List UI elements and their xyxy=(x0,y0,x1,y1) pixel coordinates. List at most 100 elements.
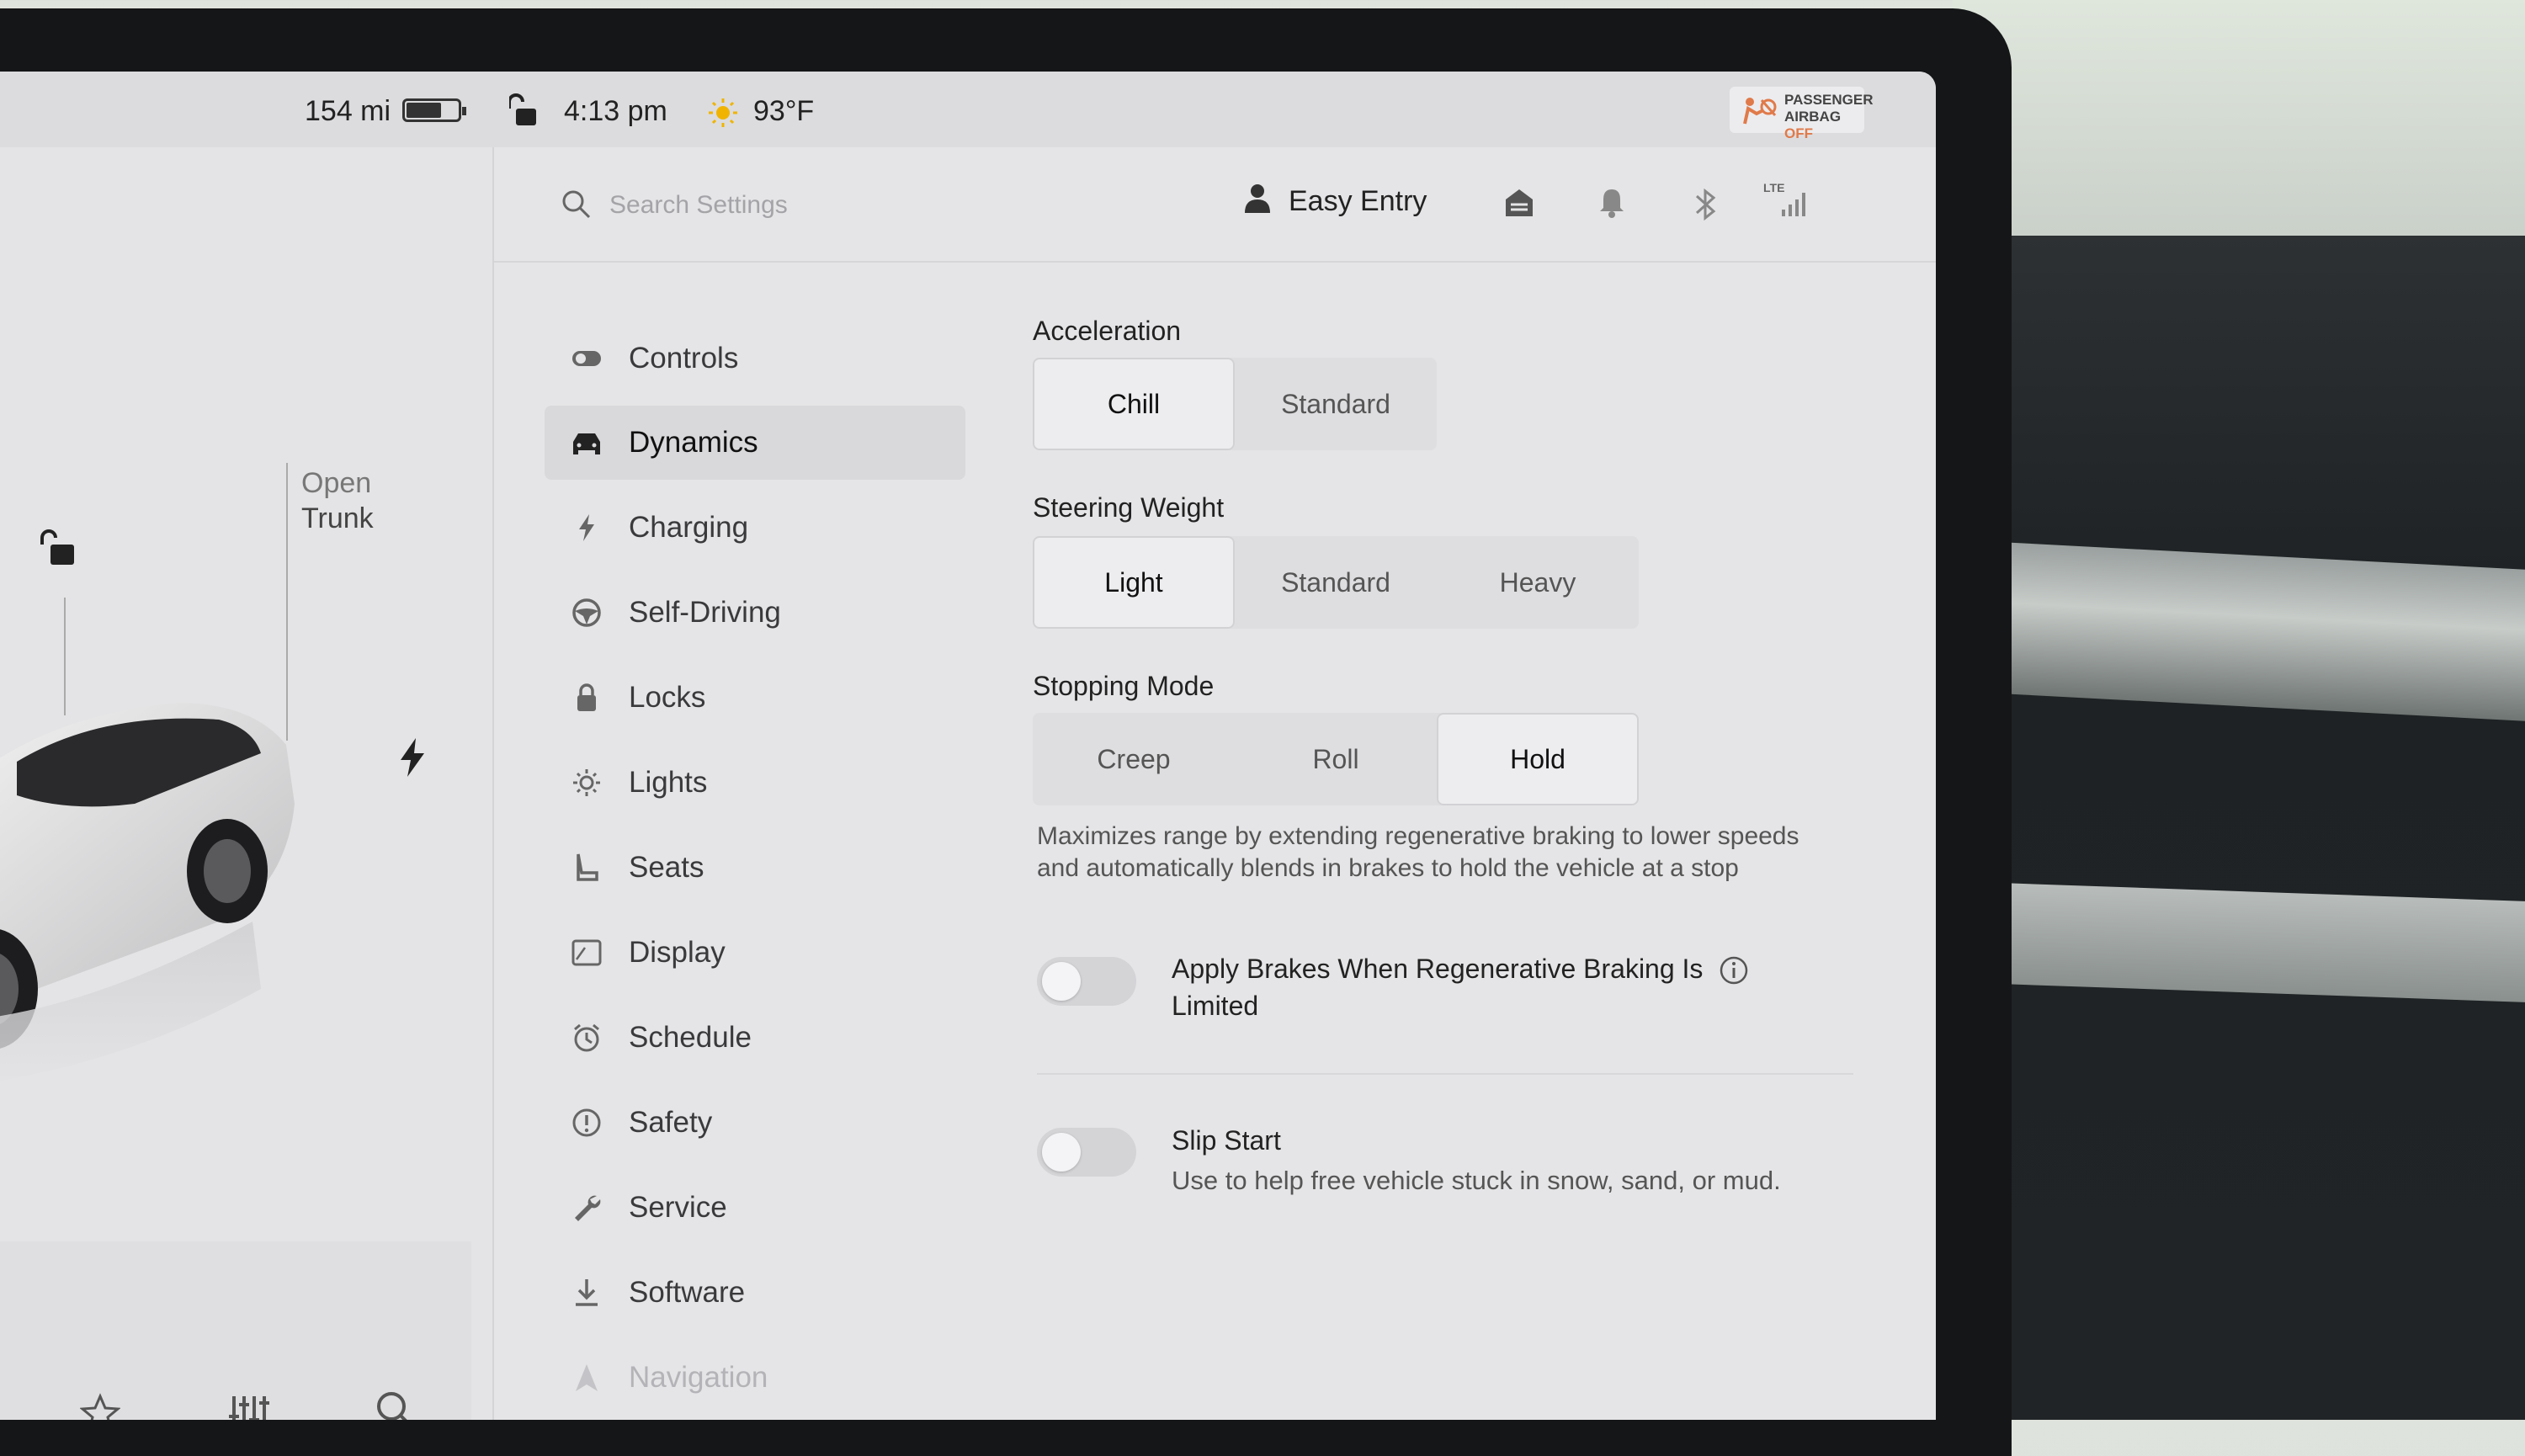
airbag-sub: AIRBAG xyxy=(1784,109,1842,125)
apply-brakes-toggle[interactable] xyxy=(1037,957,1136,1006)
stopping-mode-option-hold[interactable]: Hold xyxy=(1437,713,1639,805)
sidebar-item-label: Charging xyxy=(629,510,749,544)
sidebar-item-label: Safety xyxy=(629,1105,713,1139)
sidebar-item-label: Service xyxy=(629,1190,727,1224)
sidebar-item-safety[interactable]: Safety xyxy=(545,1080,965,1165)
background-window xyxy=(1953,0,2525,244)
acceleration-selector: Chill Standard xyxy=(1033,358,1437,450)
sidebar-item-locks[interactable]: Locks xyxy=(545,655,965,740)
sidebar-item-navigation[interactable]: Navigation xyxy=(545,1335,965,1420)
toggle-knob xyxy=(1042,962,1081,1001)
sidebar-item-lights[interactable]: Lights xyxy=(545,740,965,825)
notification-bell-icon[interactable] xyxy=(1598,188,1625,222)
slip-start-toggle[interactable] xyxy=(1037,1128,1136,1177)
sidebar-item-label: Dynamics xyxy=(629,426,758,459)
steering-weight-selector: Light Standard Heavy xyxy=(1033,536,1639,629)
settings-pane: Easy Entry LTE Controls Dynamics Charging S… xyxy=(494,147,1936,1420)
car-icon xyxy=(570,426,603,460)
toggle-icon xyxy=(570,342,603,375)
sidebar-item-schedule[interactable]: Schedule xyxy=(545,995,965,1080)
sidebar-item-dynamics[interactable]: Dynamics xyxy=(545,406,965,480)
homelink-garage-icon[interactable] xyxy=(1504,188,1534,222)
sidebar-item-charging[interactable]: Charging xyxy=(545,485,965,570)
lock-icon xyxy=(570,681,603,715)
section-divider xyxy=(1037,1073,1853,1075)
settings-header: Easy Entry LTE xyxy=(494,147,1936,263)
apply-brakes-label: Apply Brakes When Regenerative Braking I… xyxy=(1172,954,1704,1021)
car-model-image xyxy=(0,703,295,1081)
airbag-state: OFF xyxy=(1784,125,1813,141)
sun-weather-icon xyxy=(707,97,739,133)
steering-weight-title: Steering Weight xyxy=(1033,492,1225,523)
display-icon xyxy=(570,936,603,970)
settings-nav: Controls Dynamics Charging Self-Driving Lock… xyxy=(545,316,965,1420)
info-icon[interactable] xyxy=(1719,955,1749,990)
steering-weight-option-light[interactable]: Light xyxy=(1033,536,1235,629)
open-trunk-button[interactable]: Open Trunk xyxy=(301,465,374,536)
airbag-icon xyxy=(1740,95,1777,130)
stopping-mode-option-roll[interactable]: Roll xyxy=(1235,713,1437,805)
sidebar-item-service[interactable]: Service xyxy=(545,1165,965,1250)
sidebar-item-display[interactable]: Display xyxy=(545,910,965,995)
acceleration-title: Acceleration xyxy=(1033,316,1182,346)
toggle-knob xyxy=(1042,1133,1081,1172)
sidebar-item-label: Seats xyxy=(629,850,704,884)
search-icon[interactable] xyxy=(375,1390,417,1420)
search-settings-input[interactable] xyxy=(608,179,1032,231)
stopping-mode-option-creep[interactable]: Creep xyxy=(1033,713,1235,805)
unlocked-icon[interactable] xyxy=(508,93,540,131)
car-view-pane: Open Trunk xyxy=(0,147,492,1420)
alarm-clock-icon xyxy=(570,1021,603,1055)
sidebar-item-label: Locks xyxy=(629,680,706,714)
slip-start-label: Slip Start xyxy=(1172,1125,1281,1156)
acceleration-option-standard[interactable]: Standard xyxy=(1235,358,1437,450)
bolt-icon xyxy=(570,511,603,545)
navigation-arrow-icon xyxy=(570,1361,603,1395)
steering-weight-option-heavy[interactable]: Heavy xyxy=(1437,536,1639,629)
sidebar-item-label: Lights xyxy=(629,765,708,799)
sidebar-item-label: Navigation xyxy=(629,1360,768,1394)
background-trim xyxy=(1986,541,2525,721)
search-icon xyxy=(561,189,592,224)
clock: 4:13 pm xyxy=(564,95,667,127)
background-dashboard xyxy=(1961,236,2525,1420)
sidebar-item-software[interactable]: Software xyxy=(545,1250,965,1335)
charge-port-icon[interactable] xyxy=(396,736,429,783)
range-readout: 154 mi xyxy=(305,95,391,127)
battery-level xyxy=(407,103,441,118)
background-panel xyxy=(2003,883,2525,1002)
open-label: Open xyxy=(301,467,372,499)
steering-wheel-icon xyxy=(570,596,603,630)
passenger-airbag-indicator: PASSENGER AIRBAG OFF xyxy=(1730,87,1874,141)
sidebar-item-label: Controls xyxy=(629,341,739,375)
bottom-dock xyxy=(0,1241,471,1420)
favorites-star-icon[interactable] xyxy=(79,1393,121,1420)
sidebar-item-label: Display xyxy=(629,935,726,969)
stopping-mode-selector: Creep Roll Hold xyxy=(1033,713,1639,805)
bluetooth-icon[interactable] xyxy=(1693,188,1717,226)
stopping-mode-description: Maximizes range by extending regenerativ… xyxy=(1037,822,1799,882)
wrench-icon xyxy=(570,1191,603,1225)
sidebar-item-label: Software xyxy=(629,1275,746,1309)
person-icon xyxy=(1243,183,1272,221)
download-icon xyxy=(570,1276,603,1310)
acceleration-option-chill[interactable]: Chill xyxy=(1033,358,1235,450)
sidebar-item-controls[interactable]: Controls xyxy=(545,316,965,401)
sidebar-item-label: Schedule xyxy=(629,1020,752,1054)
steering-weight-option-standard[interactable]: Standard xyxy=(1235,536,1437,629)
trunk-label: Trunk xyxy=(301,502,374,534)
alert-circle-icon xyxy=(570,1106,603,1140)
airbag-label: PASSENGER xyxy=(1784,92,1874,108)
controls-sliders-icon[interactable] xyxy=(227,1391,271,1420)
status-bar: 154 mi 4:13 pm 93°F PASSENGER AIRBAG OFF xyxy=(0,72,1936,147)
sidebar-item-label: Self-Driving xyxy=(629,595,781,629)
sidebar-item-seats[interactable]: Seats xyxy=(545,825,965,910)
seat-icon xyxy=(570,851,603,885)
cellular-signal-icon xyxy=(1780,191,1809,221)
profile-name: Easy Entry xyxy=(1289,185,1427,217)
driver-profile-button[interactable]: Easy Entry xyxy=(1243,183,1427,221)
door-unlock-icon[interactable] xyxy=(40,526,82,572)
stopping-mode-title: Stopping Mode xyxy=(1033,671,1215,701)
sidebar-item-self-driving[interactable]: Self-Driving xyxy=(545,570,965,655)
sun-icon xyxy=(570,766,603,800)
